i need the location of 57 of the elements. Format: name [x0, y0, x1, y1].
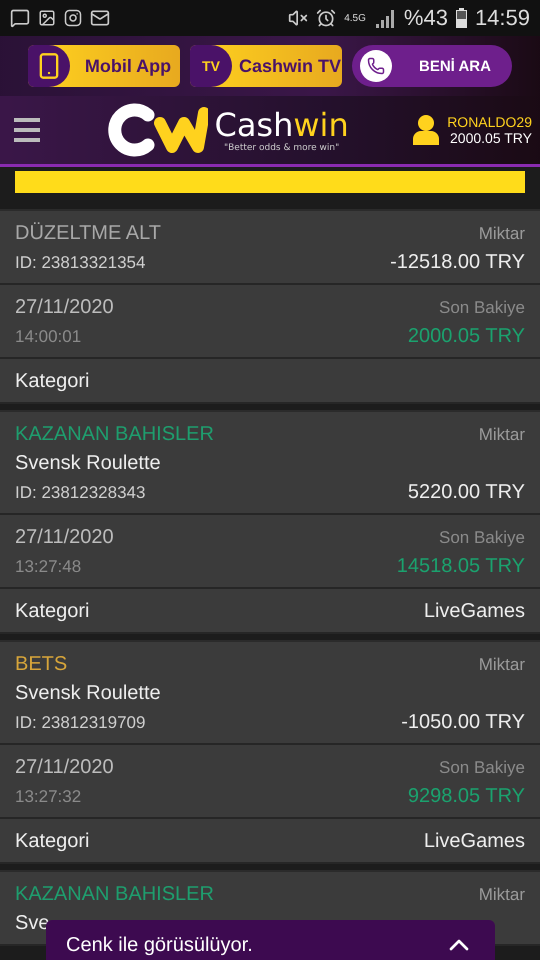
transaction-id: ID: 23812319709	[15, 713, 146, 733]
category-label: Kategori	[15, 600, 90, 623]
slogan: "Better odds & more win"	[224, 143, 340, 153]
logo-text: Cash	[214, 106, 294, 144]
tv-icon: TV	[202, 58, 220, 74]
amount-label: Miktar	[478, 224, 525, 244]
amount: 5220.00 TRY	[408, 481, 525, 504]
amount-label: Miktar	[478, 885, 525, 905]
logo-text-accent: win	[293, 106, 349, 144]
chat-status: Cenk ile görüsülüyor.	[66, 934, 253, 956]
balance-label: Son Bakiye	[439, 528, 525, 548]
amount: -12518.00 TRY	[390, 251, 525, 274]
battery-level: %43	[404, 5, 448, 31]
mute-icon	[288, 8, 308, 28]
transaction-type: KAZANAN BAHISLER	[15, 423, 214, 446]
username: RONALDO29	[447, 114, 532, 130]
image-icon	[38, 9, 56, 27]
balance-label: Son Bakiye	[439, 298, 525, 318]
transaction-type: BETS	[15, 653, 68, 676]
network-type: 4.5G	[344, 12, 366, 24]
phone-icon	[360, 50, 392, 82]
instagram-icon	[64, 9, 82, 27]
transaction-date: 27/11/2020	[15, 756, 114, 779]
balance-amount: 14518.05 TRY	[396, 555, 525, 578]
balance-label: Son Bakiye	[439, 758, 525, 778]
amount-label: Miktar	[478, 425, 525, 445]
promo-button[interactable]: BENİ ARA	[352, 45, 512, 87]
balance-amount: 9298.05 TRY	[408, 785, 525, 808]
battery-icon	[456, 8, 467, 28]
amount-label: Miktar	[478, 655, 525, 675]
menu-icon[interactable]	[14, 118, 40, 142]
transaction-time: 13:27:32	[15, 787, 82, 807]
clock: 14:59	[474, 5, 530, 31]
transaction-type: DÜZELTME ALT	[15, 222, 161, 245]
game-name: Svensk Roulette	[15, 452, 161, 475]
signal-icon	[374, 8, 396, 28]
category-label: Kategori	[15, 370, 90, 393]
transaction-date: 27/11/2020	[15, 296, 114, 319]
mail-icon	[90, 8, 110, 28]
category-value: LiveGames	[424, 600, 525, 623]
user-balance: 2000.05 TRY	[450, 130, 532, 146]
amount: -1050.00 TRY	[401, 711, 525, 734]
game-name: Svensk Roulette	[15, 682, 161, 705]
notification-icon	[10, 8, 30, 28]
transaction-time: 14:00:01	[15, 327, 82, 347]
promo-button[interactable]: TV Cashwin TV	[190, 45, 342, 87]
alarm-icon	[316, 8, 336, 28]
transaction-id: ID: 23813321354	[15, 253, 146, 273]
user-icon[interactable]	[413, 115, 440, 145]
promo-button[interactable]: Mobil App	[28, 45, 180, 87]
balance-amount: 2000.05 TRY	[408, 325, 525, 348]
transaction-time: 13:27:48	[15, 557, 82, 577]
category-value: LiveGames	[424, 830, 525, 853]
category-label: Kategori	[15, 830, 90, 853]
transaction-date: 27/11/2020	[15, 526, 114, 549]
transaction-type: KAZANAN BAHISLER	[15, 883, 214, 906]
transaction-id: ID: 23812328343	[15, 483, 146, 503]
